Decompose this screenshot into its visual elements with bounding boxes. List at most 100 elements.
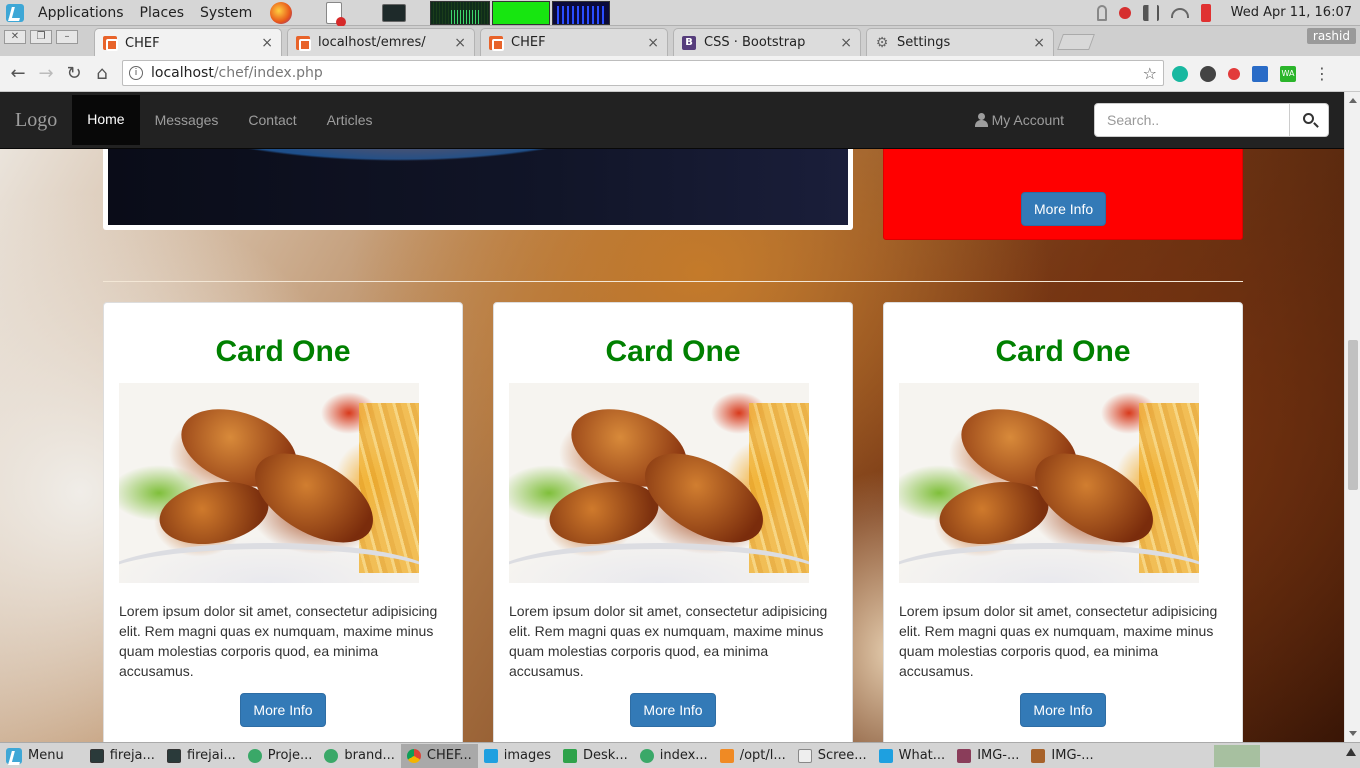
chicken-dish-image	[119, 383, 419, 583]
more-info-button[interactable]: More Info	[1020, 693, 1106, 727]
taskbar-item[interactable]: firejai...	[161, 744, 242, 768]
taskbar-item-label: Desk...	[583, 748, 628, 763]
wifi-icon[interactable]	[1170, 7, 1189, 18]
nav-contact[interactable]: Contact	[233, 96, 311, 145]
taskbar-menu-button[interactable]: Menu	[0, 744, 70, 768]
reload-icon[interactable]: ↻	[60, 63, 88, 84]
window-minimize-button[interactable]: –	[56, 30, 78, 44]
forward-arrow-icon[interactable]: →	[32, 63, 60, 84]
adblock-extension-icon[interactable]	[1228, 67, 1240, 80]
sublime-icon	[719, 748, 734, 763]
site-logo[interactable]: Logo	[0, 92, 72, 149]
volume-icon[interactable]	[1142, 4, 1159, 21]
show-desktop-icon[interactable]	[1346, 748, 1356, 756]
tab-close-icon[interactable]: ×	[454, 35, 466, 51]
taskbar-item[interactable]: Desk...	[557, 744, 634, 768]
system-tray: Wed Apr 11, 16:07	[1096, 3, 1360, 22]
clock[interactable]: Wed Apr 11, 16:07	[1231, 5, 1352, 20]
tab-close-icon[interactable]: ×	[840, 35, 852, 51]
nav-home[interactable]: Home	[72, 95, 140, 145]
desktop-top-panel: Applications Places System Wed Apr 11, 1…	[0, 0, 1360, 27]
scroll-up-icon[interactable]	[1349, 98, 1357, 103]
os-logo-icon[interactable]	[6, 3, 24, 22]
nav-messages[interactable]: Messages	[140, 96, 234, 145]
more-info-button[interactable]: More Info	[240, 693, 326, 727]
tab-label: localhost/emres/	[318, 35, 426, 50]
bookmark-star-icon[interactable]: ☆	[1143, 64, 1157, 83]
menu-applications[interactable]: Applications	[30, 5, 132, 21]
more-info-button[interactable]: More Info	[630, 693, 716, 727]
tab-chef[interactable]: CHEF ×	[480, 28, 668, 56]
html5-icon	[103, 36, 118, 51]
window-close-button[interactable]: ✕	[4, 30, 26, 44]
new-tab-button[interactable]	[1057, 34, 1095, 50]
card-text: Lorem ipsum dolor sit amet, consectetur …	[899, 603, 1218, 679]
battery-icon[interactable]	[1200, 3, 1211, 22]
bluetooth-icon[interactable]	[1096, 4, 1107, 21]
tab-close-icon[interactable]: ×	[1033, 35, 1045, 51]
search-input[interactable]	[1094, 103, 1290, 137]
taskbar-item-label: brand...	[344, 748, 395, 763]
scrollbar-thumb[interactable]	[1348, 340, 1358, 490]
info-icon[interactable]: i	[129, 66, 143, 80]
html5-icon	[296, 35, 311, 51]
folder-icon	[483, 748, 498, 763]
whatsapp-extension-icon[interactable]	[1200, 65, 1216, 82]
text-editor-launcher-icon[interactable]	[326, 1, 347, 27]
tab-bootstrap[interactable]: B CSS · Bootstrap ×	[673, 28, 861, 56]
more-info-button[interactable]: More Info	[1021, 192, 1107, 226]
taskbar-item[interactable]: Scree...	[792, 744, 873, 768]
address-bar[interactable]: i localhost /chef/index.php ☆	[122, 60, 1164, 86]
tab-chef-active[interactable]: CHEF ×	[94, 28, 282, 57]
profile-button[interactable]: rashid	[1306, 28, 1356, 44]
window-restore-button[interactable]: ❐	[30, 30, 52, 44]
menu-places[interactable]: Places	[132, 5, 193, 21]
search-button[interactable]	[1290, 103, 1329, 137]
page-scrollbar[interactable]	[1344, 92, 1360, 742]
chrome-icon	[406, 748, 421, 763]
taskbar-item[interactable]: What...	[873, 744, 952, 768]
wa-extension-icon[interactable]: WA	[1280, 65, 1296, 82]
taskbar-item-label: Proje...	[267, 748, 313, 763]
firefox-launcher-icon[interactable]	[270, 1, 293, 24]
taskbar-item[interactable]: IMG-...	[1025, 744, 1099, 768]
my-account-link[interactable]: My Account	[974, 112, 1064, 128]
taskbar-item[interactable]: Proje...	[242, 744, 319, 768]
scroll-down-icon[interactable]	[1349, 731, 1357, 736]
home-icon[interactable]: ⌂	[88, 63, 116, 84]
taskbar-item-active[interactable]: CHEF...	[400, 743, 478, 768]
taskbar-chrome-launcher[interactable]	[1214, 744, 1260, 767]
tab-close-icon[interactable]: ×	[647, 35, 659, 51]
taskbar-item[interactable]: images	[478, 744, 557, 768]
taskbar-item[interactable]: IMG-...	[951, 744, 1025, 768]
extension-icons: WA ⋮	[1172, 64, 1330, 83]
app-icon	[639, 748, 654, 763]
back-arrow-icon[interactable]: ←	[4, 63, 32, 84]
taskbar-item[interactable]: index...	[634, 744, 714, 768]
taskbar-item[interactable]: /opt/l...	[714, 744, 792, 768]
html5-icon	[489, 35, 504, 51]
menu-system[interactable]: System	[192, 5, 260, 21]
taskbar-item-label: Scree...	[817, 748, 867, 763]
taskbar-item-label: What...	[898, 748, 946, 763]
tab-localhost-emres[interactable]: localhost/emres/ ×	[287, 28, 475, 56]
terminal-icon	[89, 748, 104, 763]
url-host: localhost	[151, 65, 214, 81]
translate-extension-icon[interactable]	[1252, 65, 1268, 82]
card-title: Card One	[605, 335, 741, 368]
terminal-icon	[166, 748, 181, 763]
tab-close-icon[interactable]: ×	[261, 35, 273, 51]
taskbar-item-label: firejai...	[186, 748, 236, 763]
recording-icon[interactable]	[1118, 6, 1131, 19]
taskbar-item[interactable]: fireja...	[84, 744, 161, 768]
nav-articles[interactable]: Articles	[312, 96, 388, 145]
tab-settings[interactable]: ⚙ Settings ×	[866, 28, 1054, 56]
browser-menu-icon[interactable]: ⋮	[1314, 64, 1330, 83]
taskbar-item-label: /opt/l...	[739, 748, 786, 763]
taskbar-item[interactable]: brand...	[318, 744, 400, 768]
card-title: Card One	[215, 335, 351, 368]
card-text: Lorem ipsum dolor sit amet, consectetur …	[509, 603, 828, 679]
window-controls: ✕ ❐ –	[4, 30, 78, 44]
terminal-launcher-icon[interactable]	[382, 3, 407, 22]
chat-extension-icon[interactable]	[1172, 65, 1188, 82]
